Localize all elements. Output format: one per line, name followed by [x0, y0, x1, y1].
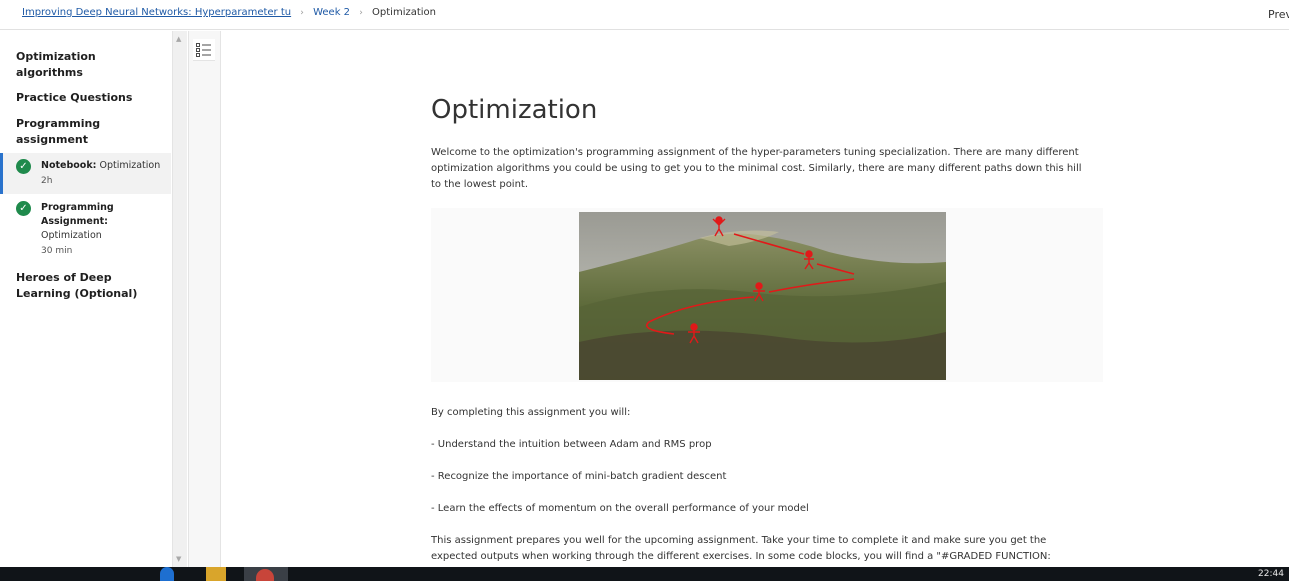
item-duration: 2h — [41, 176, 53, 186]
breadcrumb-current: Optimization — [372, 7, 437, 18]
sidebar-item-notebook-optimization[interactable]: ✓ Notebook: Optimization 2h — [0, 153, 171, 194]
item-name: Optimization — [41, 230, 102, 241]
previous-button[interactable]: Prev — [1268, 8, 1289, 21]
chevron-right-icon: › — [300, 8, 304, 18]
checkmark-icon: ✓ — [16, 201, 31, 216]
table-of-contents-button[interactable] — [193, 39, 215, 61]
breadcrumb-course-link[interactable]: Improving Deep Neural Networks: Hyperpar… — [22, 7, 291, 18]
folder-icon[interactable] — [206, 567, 226, 581]
top-bar: Improving Deep Neural Networks: Hyperpar… — [0, 0, 1289, 30]
list-icon — [196, 43, 211, 57]
checkmark-icon: ✓ — [16, 159, 31, 174]
sidebar-item-programming-assignment[interactable]: ✓ Programming Assignment: Optimization 3… — [0, 195, 171, 263]
item-duration: 30 min — [41, 246, 73, 256]
scroll-up-icon[interactable]: ▲ — [176, 35, 181, 43]
outro-paragraph: This assignment prepares you well for th… — [431, 535, 1051, 562]
toc-strip — [188, 31, 221, 567]
taskbar-clock: 22:44 — [1258, 569, 1284, 579]
lead-text: By completing this assignment you will: — [431, 407, 631, 418]
chrome-icon — [256, 569, 274, 581]
browser-icon[interactable] — [160, 567, 174, 581]
sidebar-section-optimization-algorithms[interactable]: Optimization algorithms — [16, 49, 166, 81]
goal-item: - Learn the effects of momentum on the o… — [431, 503, 809, 514]
item-kind: Programming Assignment: — [41, 202, 114, 227]
sidebar-scrollbar[interactable]: ▲ ▼ — [172, 31, 187, 567]
hill-illustration-image — [579, 212, 946, 380]
item-name: Optimization — [99, 160, 161, 171]
sidebar-section-programming-assignment[interactable]: Programming assignment — [16, 116, 166, 148]
item-kind: Notebook: — [41, 160, 97, 171]
intro-paragraph: Welcome to the optimization's programmin… — [431, 147, 1082, 190]
scroll-down-icon[interactable]: ▼ — [176, 555, 181, 563]
notebook-content: Optimization Welcome to the optimization… — [222, 31, 1289, 567]
active-app-icon[interactable] — [244, 567, 288, 581]
os-taskbar: 22:44 — [0, 567, 1289, 581]
goal-item: - Recognize the importance of mini-batch… — [431, 471, 727, 482]
breadcrumb: Improving Deep Neural Networks: Hyperpar… — [22, 7, 436, 18]
sidebar-section-practice-questions[interactable]: Practice Questions — [16, 90, 166, 106]
chevron-right-icon: › — [359, 8, 363, 18]
breadcrumb-week-link[interactable]: Week 2 — [313, 7, 350, 18]
sidebar-section-heroes[interactable]: Heroes of Deep Learning (Optional) — [16, 270, 166, 302]
goal-item: - Understand the intuition between Adam … — [431, 439, 712, 450]
page-title: Optimization — [431, 95, 598, 125]
sidebar: Optimization algorithms Practice Questio… — [0, 31, 172, 567]
